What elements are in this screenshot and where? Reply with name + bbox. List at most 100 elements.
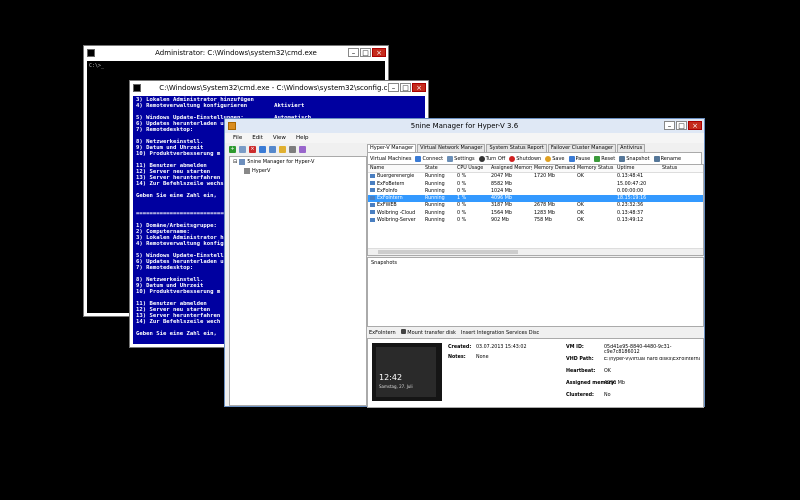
- vm-icon: [370, 195, 375, 200]
- close-button[interactable]: ×: [372, 48, 386, 57]
- vmid-label: VM ID:: [566, 345, 584, 350]
- shutdown-icon: [509, 155, 516, 162]
- menu-file[interactable]: File: [233, 133, 242, 143]
- vhd-value: E:\hyper-v\virtual hard disks\ExFoIntern…: [604, 357, 700, 362]
- table-cell: 0.23:32:36: [617, 203, 644, 209]
- table-cell: 0 %: [457, 210, 467, 216]
- vm-name-cell: Wolbring -Cloud: [368, 210, 423, 217]
- vm-name: ExFWEB: [377, 203, 397, 209]
- table-row[interactable]: ExFoIntern Running 1 % 4096 Mb 18.15:19:16: [368, 195, 703, 203]
- snapshot-button[interactable]: Snapshot: [619, 155, 650, 162]
- col-cpu[interactable]: CPU Usage: [455, 165, 489, 172]
- rename-button[interactable]: Rename: [653, 155, 681, 162]
- table-cell: [660, 217, 703, 224]
- table-cell: [532, 181, 575, 188]
- horizontal-scrollbar[interactable]: [368, 248, 703, 255]
- close-button[interactable]: ×: [412, 83, 426, 92]
- mount-transfer-disk-button[interactable]: Mount transfer disk: [400, 329, 456, 336]
- close-button[interactable]: ×: [688, 121, 702, 130]
- notes-value: None: [476, 355, 489, 360]
- tab-failover-cluster-manager[interactable]: Failover Cluster Manager: [547, 144, 617, 152]
- shutdown-button[interactable]: Shutdown: [509, 155, 541, 162]
- title-bar[interactable]: Administrator: C:\Windows\system32\cmd.e…: [84, 46, 388, 60]
- maximize-button[interactable]: □: [676, 121, 687, 130]
- tree-item-label: HyperV: [252, 167, 271, 174]
- heartbeat-label: Heartbeat:: [566, 369, 596, 374]
- tab-hyperv-manager[interactable]: Hyper-V Manager: [367, 144, 417, 152]
- hyperv-manager-window[interactable]: 5nine Manager for Hyper-V 3.6 – □ × File…: [224, 118, 705, 408]
- settings-icon[interactable]: [269, 145, 276, 153]
- table-cell: 1024 Mb: [491, 188, 512, 194]
- server-tree[interactable]: ⊟ 5nine Manager for Hyper-V HyperV: [229, 156, 367, 406]
- vm-details: 12:42 Samstag, 27. Juli Created: 03.07.2…: [367, 338, 704, 408]
- table-row[interactable]: ExFWEB Running 0 % 3187 Mb 2678 Mb OK 0.23:32:…: [368, 202, 703, 209]
- vm-name: Wolbring -Cloud: [377, 210, 416, 216]
- table-cell: Running: [425, 181, 445, 187]
- minimize-button[interactable]: –: [664, 121, 675, 130]
- power-icon: [478, 155, 485, 162]
- table-cell: 0 %: [457, 181, 467, 187]
- table-cell: 0.13:48:37: [617, 210, 644, 216]
- insert-integration-disc-button[interactable]: Insert Integration Services Disc: [461, 330, 539, 336]
- add-icon[interactable]: +: [229, 145, 236, 153]
- vm-toolbar-label: Virtual Machines: [370, 155, 412, 162]
- table-cell: Running: [425, 174, 445, 180]
- col-state[interactable]: State: [423, 165, 455, 172]
- connect-label: Connect: [422, 155, 444, 162]
- maximize-button[interactable]: □: [400, 83, 411, 92]
- connect-icon[interactable]: [239, 145, 246, 153]
- pause-button[interactable]: Pause: [568, 155, 590, 162]
- folder-icon[interactable]: [279, 145, 286, 153]
- table-cell: 758 Mb: [534, 218, 552, 224]
- table-row[interactable]: Wolbring -Cloud Running 0 % 1564 Mb 1283 Mb O…: [368, 210, 703, 217]
- save-button[interactable]: Save: [545, 155, 565, 162]
- report-icon[interactable]: [299, 145, 306, 153]
- table-row[interactable]: Wolbring-Server Running 0 % 902 Mb 758 Mb OK 0…: [368, 217, 703, 224]
- reset-button[interactable]: Reset: [594, 155, 615, 162]
- delete-icon[interactable]: ×: [249, 145, 256, 153]
- vm-icon: [370, 217, 375, 222]
- refresh-icon[interactable]: [259, 145, 266, 153]
- tab-system-status-report[interactable]: System Status Report: [486, 144, 547, 152]
- table-cell: 18.15:19:16: [617, 196, 647, 202]
- maximize-button[interactable]: □: [360, 48, 371, 57]
- menu-edit[interactable]: Edit: [252, 133, 263, 143]
- turn-off-button[interactable]: Turn Off: [478, 155, 505, 162]
- settings-button[interactable]: Settings: [447, 155, 475, 162]
- menu-view[interactable]: View: [273, 133, 286, 143]
- col-assigned-memory[interactable]: Assigned Memory: [489, 165, 532, 172]
- minimize-button[interactable]: –: [388, 83, 399, 92]
- title-bar[interactable]: 5nine Manager for Hyper-V 3.6 – □ ×: [225, 119, 704, 133]
- detail-vm-name[interactable]: ExFoIntern: [369, 330, 396, 336]
- table-row[interactable]: Buergerenergie Running 0 % 2047 Mb 1720 Mb OK…: [368, 173, 703, 180]
- disk-icon: [400, 329, 406, 334]
- col-memory-demand[interactable]: Memory Demand: [532, 165, 575, 172]
- tree-root[interactable]: ⊟ 5nine Manager for Hyper-V: [230, 157, 366, 166]
- console-icon[interactable]: [289, 145, 296, 153]
- snapshots-panel[interactable]: Snapshots: [367, 257, 704, 327]
- col-status[interactable]: Status: [660, 165, 703, 172]
- window-title: Administrator: C:\Windows\system32\cmd.e…: [155, 49, 317, 57]
- vm-screen-thumbnail[interactable]: 12:42 Samstag, 27. Juli: [372, 343, 442, 401]
- col-name[interactable]: Name: [368, 165, 423, 172]
- tree-item-hyperv[interactable]: HyperV: [230, 166, 366, 175]
- table-row[interactable]: ExFoBetern Running 0 % 8582 Mb 15.00:47:20: [368, 181, 703, 188]
- title-bar[interactable]: C:\Windows\System32\cmd.exe - C:\Windows…: [130, 81, 428, 95]
- connect-button[interactable]: Connect: [415, 155, 444, 162]
- table-cell: OK: [577, 210, 584, 216]
- vm-name-cell: Wolbring-Server: [368, 217, 423, 224]
- minimize-button[interactable]: –: [348, 48, 359, 57]
- tab-virtual-network-manager[interactable]: Virtual Network Manager: [417, 144, 486, 152]
- table-row[interactable]: ExFoInfo Running 0 % 1024 Mb 0.00:00:00: [368, 188, 703, 195]
- table-cell: 0.13:48:41: [617, 174, 644, 180]
- menu-help[interactable]: Help: [296, 133, 309, 143]
- collapse-icon[interactable]: ⊟: [233, 159, 237, 165]
- col-uptime[interactable]: Uptime: [615, 165, 660, 172]
- vm-table[interactable]: Name State CPU Usage Assigned Memory Mem…: [367, 164, 704, 256]
- vhd-label: VHD Path:: [566, 357, 594, 362]
- snapshot-label: Snapshot: [626, 155, 650, 162]
- tab-antivirus[interactable]: Antivirus: [617, 144, 646, 152]
- scroll-thumb[interactable]: [378, 250, 518, 254]
- col-memory-status[interactable]: Memory Status: [575, 165, 615, 172]
- table-cell: 1 %: [457, 196, 467, 202]
